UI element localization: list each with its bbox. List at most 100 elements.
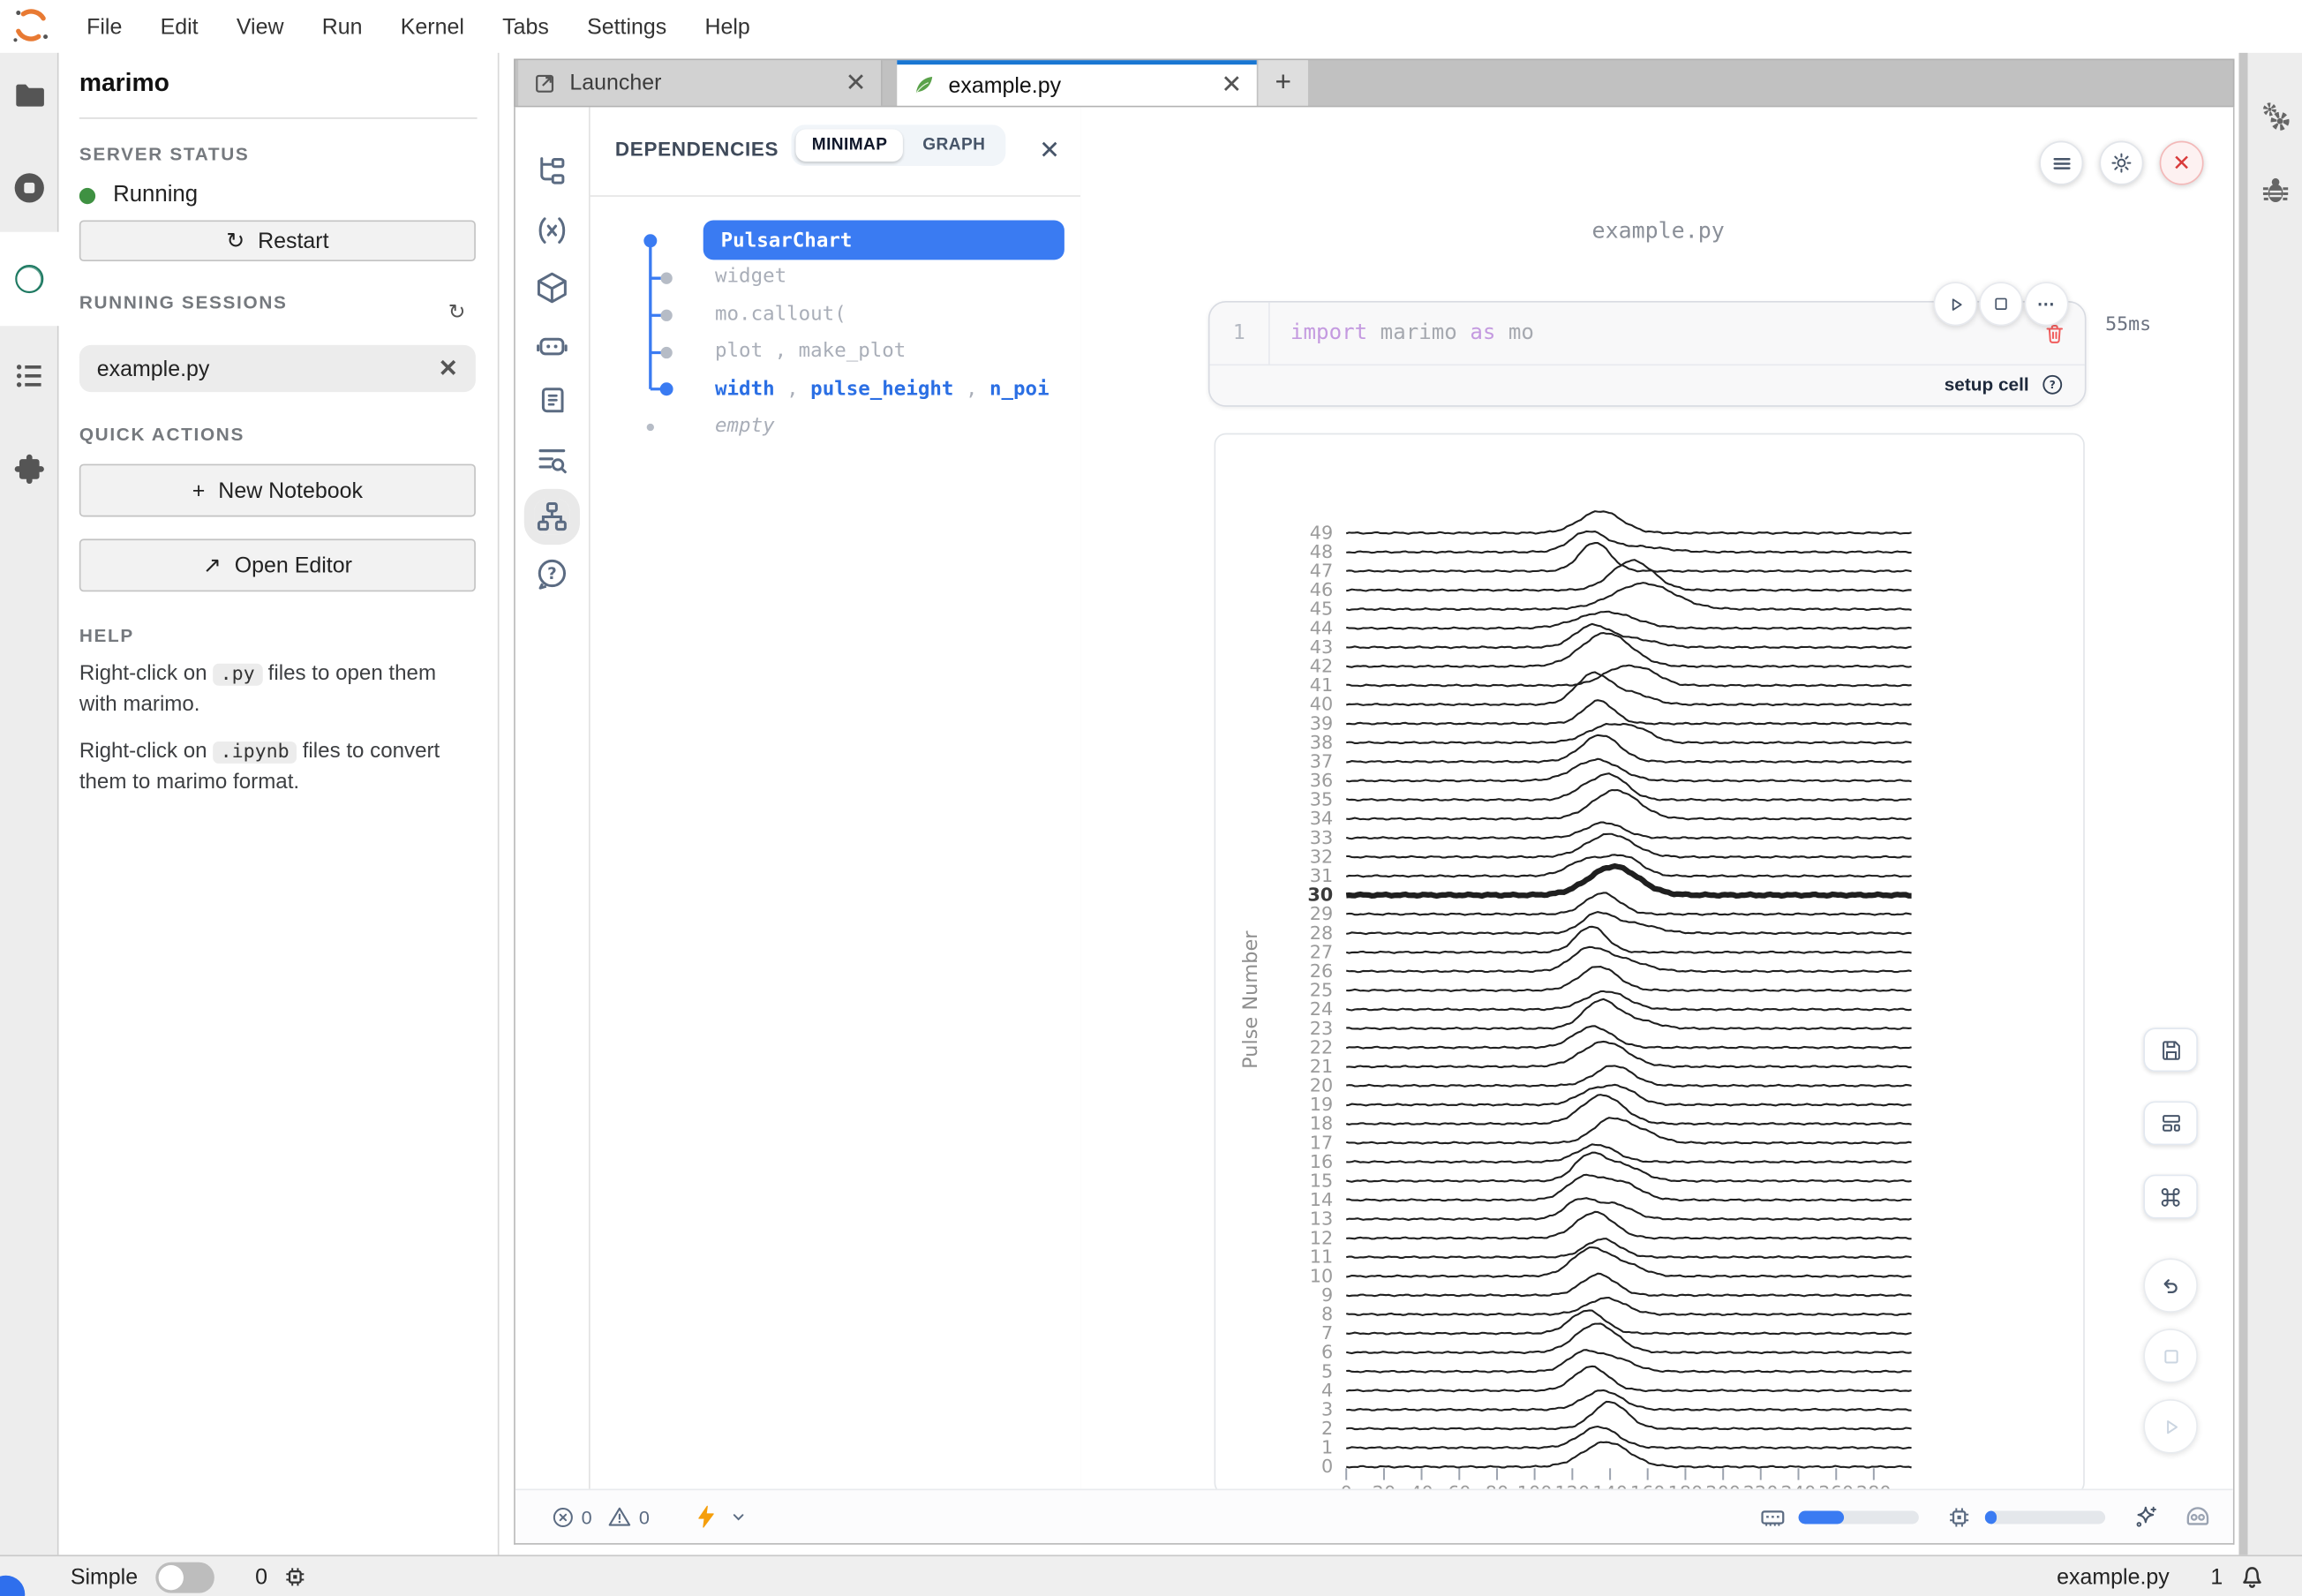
menu-view[interactable]: View <box>217 14 303 39</box>
svg-text:43: 43 <box>1310 636 1333 658</box>
svg-text:28: 28 <box>1310 922 1333 944</box>
shortcuts-button[interactable] <box>2143 1175 2198 1219</box>
svg-text:14: 14 <box>1310 1189 1333 1210</box>
new-notebook-button[interactable]: + New Notebook <box>79 464 476 517</box>
view-toggle: MINIMAP GRAPH <box>792 124 1006 166</box>
file-browser-icon[interactable] <box>11 78 47 113</box>
dependency-item-5[interactable]: empty <box>715 407 775 445</box>
kernel-chip-icon[interactable] <box>282 1563 309 1590</box>
warnings-icon[interactable] <box>606 1503 633 1530</box>
notebook-menu-button[interactable] <box>2039 141 2083 185</box>
notification-bubble[interactable] <box>0 1576 25 1596</box>
undo-button[interactable] <box>2143 1258 2198 1313</box>
dock-content: ? DEPENDENCIES MINIMAP GRAPH ✕ <box>514 107 2234 1544</box>
play-icon <box>2159 1415 2183 1439</box>
leaf-icon <box>912 73 936 97</box>
dependency-item-1[interactable]: widget <box>715 258 786 296</box>
property-inspector-icon[interactable] <box>2258 100 2293 135</box>
tab-launcher[interactable]: Launcher ✕ <box>518 60 882 106</box>
variables-icon[interactable] <box>534 213 569 248</box>
stop-cell-button[interactable] <box>1979 282 2023 326</box>
server-status-value: Running <box>79 182 198 208</box>
new-tab-button[interactable]: + <box>1258 60 1308 106</box>
statusbar-filename[interactable]: example.py <box>2057 1564 2170 1589</box>
tab-example-py[interactable]: example.py ✕ <box>897 60 1257 106</box>
setup-cell-label: setup cell <box>1945 373 2029 394</box>
menu-file[interactable]: File <box>68 14 141 39</box>
dependency-item-0[interactable]: PulsarChart <box>703 220 1064 260</box>
svg-text:15: 15 <box>1310 1170 1333 1191</box>
close-session-icon[interactable]: ✕ <box>439 354 458 383</box>
warning-count: 0 <box>639 1506 650 1528</box>
svg-text:35: 35 <box>1310 789 1333 810</box>
restart-button[interactable]: ↻ Restart <box>79 220 476 261</box>
svg-text:9: 9 <box>1321 1284 1333 1306</box>
interrupt-button[interactable] <box>2143 1329 2198 1383</box>
svg-text:10: 10 <box>1310 1265 1333 1286</box>
line-number: 1 <box>1210 303 1270 365</box>
run-all-button[interactable] <box>2143 1399 2198 1454</box>
lightning-icon[interactable] <box>694 1503 720 1530</box>
svg-text:12: 12 <box>1310 1227 1333 1248</box>
table-of-contents-icon[interactable] <box>11 358 47 394</box>
svg-text:30: 30 <box>1307 885 1333 906</box>
help-icon[interactable]: ? <box>534 556 569 591</box>
simple-mode-toggle[interactable] <box>155 1562 214 1592</box>
activity-bar <box>0 53 59 1555</box>
divider <box>79 117 478 119</box>
question-icon[interactable]: ? <box>2041 373 2065 396</box>
dependencies-title: DEPENDENCIES <box>615 138 779 160</box>
notification-count: 1 <box>2210 1564 2223 1589</box>
close-tab-icon[interactable]: ✕ <box>846 68 867 97</box>
menu-settings[interactable]: Settings <box>568 14 685 39</box>
dependency-item-3[interactable]: plot , make_plot <box>715 332 906 370</box>
svg-text:?: ? <box>547 565 557 583</box>
menu-help[interactable]: Help <box>686 14 770 39</box>
svg-text:Pulse Number: Pulse Number <box>1239 930 1262 1069</box>
marimo-logo-icon[interactable] <box>11 261 47 297</box>
svg-text:36: 36 <box>1310 770 1333 791</box>
close-panel-icon[interactable]: ✕ <box>1039 137 1060 166</box>
logs-icon[interactable] <box>534 383 569 418</box>
shutdown-button[interactable]: ✕ <box>2160 141 2204 185</box>
cell-more-button[interactable]: ⋯ <box>2025 282 2069 326</box>
session-item[interactable]: example.py ✕ <box>79 345 476 392</box>
errors-icon[interactable] <box>551 1504 576 1529</box>
svg-text:?: ? <box>2050 378 2056 390</box>
ai-sparkle-icon[interactable] <box>2132 1502 2160 1531</box>
menu-edit[interactable]: Edit <box>141 14 217 39</box>
toggle-graph[interactable]: GRAPH <box>907 129 1002 162</box>
dependency-item-2[interactable]: mo.callout( <box>715 295 846 333</box>
extensions-icon[interactable] <box>11 452 47 487</box>
dependency-graph-icon[interactable] <box>534 500 569 535</box>
svg-text:0: 0 <box>1321 1456 1333 1477</box>
menu-run[interactable]: Run <box>303 14 381 39</box>
ai-assistant-icon[interactable] <box>534 327 569 363</box>
run-cell-button[interactable] <box>1934 282 1978 326</box>
layout-button[interactable] <box>2143 1101 2198 1145</box>
simple-mode-label: Simple <box>71 1564 138 1589</box>
packages-icon[interactable] <box>534 270 569 305</box>
toggle-minimap[interactable]: MINIMAP <box>795 129 903 162</box>
bell-icon[interactable] <box>2238 1562 2267 1592</box>
code-token: marimo <box>1367 321 1470 345</box>
chatbot-icon[interactable] <box>2183 1502 2212 1532</box>
save-button[interactable] <box>2143 1028 2198 1072</box>
menu-tabs[interactable]: Tabs <box>484 14 568 39</box>
code-token: as <box>1470 321 1495 345</box>
dependency-item-4[interactable]: width , pulse_height , n_poi <box>715 369 1049 407</box>
file-tree-icon[interactable] <box>534 154 569 190</box>
marimo-sidebar: marimo SERVER STATUS Running ↻ Restart R… <box>59 53 500 1555</box>
code-content[interactable]: import marimo as mo <box>1270 321 1534 345</box>
svg-text:41: 41 <box>1310 674 1333 696</box>
refresh-sessions-icon[interactable]: ↻ <box>448 299 466 324</box>
open-editor-button[interactable]: ↗ Open Editor <box>79 538 476 591</box>
menu-kernel[interactable]: Kernel <box>381 14 483 39</box>
chevron-down-icon[interactable] <box>729 1507 749 1527</box>
notebook-settings-button[interactable] <box>2099 141 2143 185</box>
svg-text:49: 49 <box>1310 522 1333 543</box>
close-tab-icon[interactable]: ✕ <box>1221 71 1242 100</box>
running-kernels-icon[interactable] <box>11 170 47 206</box>
outline-search-icon[interactable] <box>534 442 569 478</box>
debugger-bug-icon[interactable] <box>2258 173 2293 208</box>
